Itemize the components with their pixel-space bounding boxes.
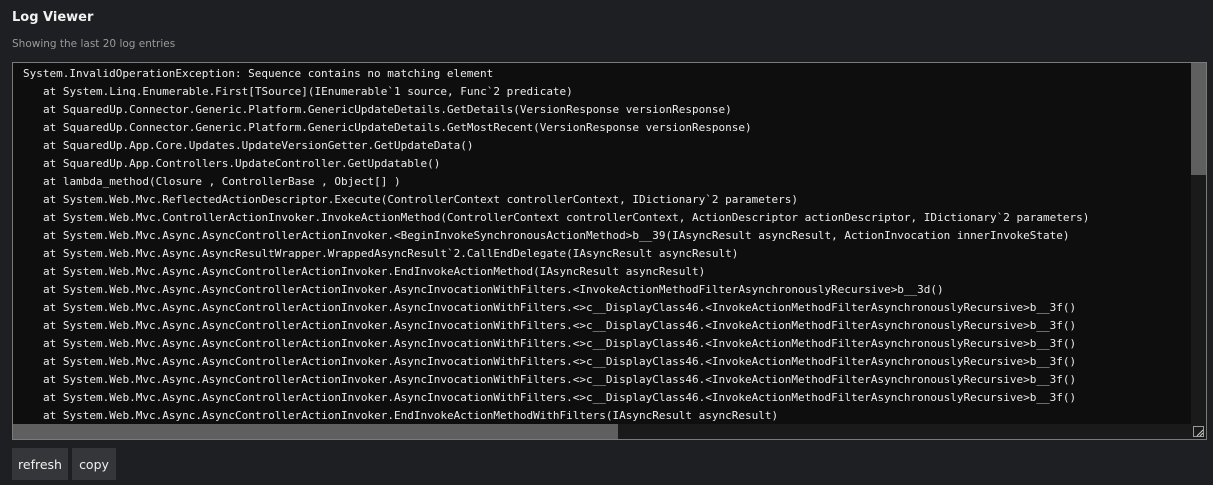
log-line: at System.Linq.Enumerable.First[TSource]… [43,85,573,98]
refresh-button[interactable]: refresh [12,448,68,480]
log-line: at SquaredUp.Connector.Generic.Platform.… [43,121,752,134]
vertical-scrollbar-thumb[interactable] [1191,63,1206,175]
log-line: at System.Web.Mvc.ControllerActionInvoke… [43,211,1090,224]
copy-button[interactable]: copy [72,448,116,480]
log-line: System.InvalidOperationException: Sequen… [23,67,494,80]
log-line: at System.Web.Mvc.Async.AsyncControllerA… [43,409,779,422]
log-line: at System.Web.Mvc.Async.AsyncControllerA… [43,283,944,296]
log-line: at System.Web.Mvc.Async.AsyncControllerA… [43,373,1077,386]
page-title: Log Viewer [12,10,94,25]
log-line: at System.Web.Mvc.ReflectedActionDescrip… [43,193,798,206]
horizontal-scrollbar-thumb[interactable] [13,424,618,439]
log-line: at System.Web.Mvc.Async.AsyncControllerA… [43,355,1077,368]
log-line: at lambda_method(Closure , ControllerBas… [43,175,401,188]
log-line: at System.Web.Mvc.Async.AsyncControllerA… [43,337,1077,350]
page-subtitle: Showing the last 20 log entries [12,38,176,50]
log-line: at SquaredUp.App.Core.Updates.UpdateVers… [43,139,474,152]
log-content: System.InvalidOperationException: Sequen… [23,65,1186,423]
log-line: at System.Web.Mvc.Async.AsyncControllerA… [43,319,1077,332]
log-line: at System.Web.Mvc.Async.AsyncResultWrapp… [43,247,739,260]
log-line: at SquaredUp.Connector.Generic.Platform.… [43,103,732,116]
resize-grip-icon[interactable] [1191,424,1206,439]
horizontal-scrollbar[interactable] [13,424,1191,439]
vertical-scrollbar[interactable] [1191,63,1206,424]
log-line: at SquaredUp.App.Controllers.UpdateContr… [43,157,441,170]
log-line: at System.Web.Mvc.Async.AsyncControllerA… [43,265,706,278]
log-line: at System.Web.Mvc.Async.AsyncControllerA… [43,391,1077,404]
log-line: at System.Web.Mvc.Async.AsyncControllerA… [43,229,1070,242]
log-textarea[interactable]: System.InvalidOperationException: Sequen… [12,62,1207,440]
log-line: at System.Web.Mvc.Async.AsyncControllerA… [43,301,1077,314]
